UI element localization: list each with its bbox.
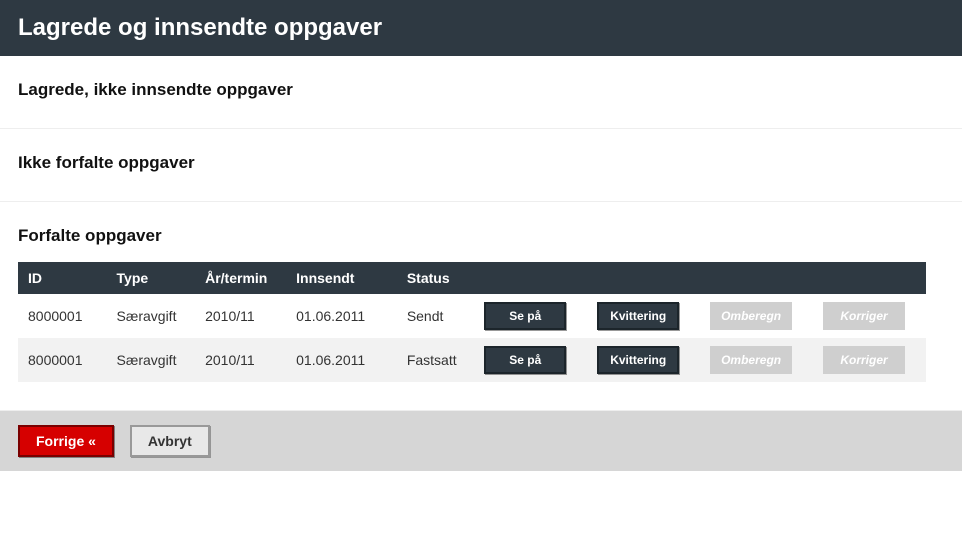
recalc-button: Omberegn <box>710 302 792 330</box>
section-saved: Lagrede, ikke innsendte oppgaver <box>0 56 962 129</box>
due-tasks-table: ID Type År/termin Innsendt Status 800000… <box>18 262 926 382</box>
table-row: 8000001 Særavgift 2010/11 01.06.2011 Fas… <box>18 338 926 382</box>
cell-status: Sendt <box>397 294 474 338</box>
section-saved-title: Lagrede, ikke innsendte oppgaver <box>18 80 944 100</box>
cell-term: 2010/11 <box>195 294 286 338</box>
cell-submitted: 01.06.2011 <box>286 294 397 338</box>
section-notdue-title: Ikke forfalte oppgaver <box>18 153 944 173</box>
view-button[interactable]: Se på <box>484 302 566 330</box>
th-submitted: Innsendt <box>286 262 397 294</box>
cell-term: 2010/11 <box>195 338 286 382</box>
correct-button: Korriger <box>823 346 905 374</box>
prev-button[interactable]: Forrige « <box>18 425 114 457</box>
cell-type: Særavgift <box>107 338 196 382</box>
footer-bar: Forrige « Avbryt <box>0 411 962 471</box>
section-notdue: Ikke forfalte oppgaver <box>0 129 962 202</box>
correct-button: Korriger <box>823 302 905 330</box>
cell-id: 8000001 <box>18 338 107 382</box>
th-term: År/termin <box>195 262 286 294</box>
view-button[interactable]: Se på <box>484 346 566 374</box>
cell-submitted: 01.06.2011 <box>286 338 397 382</box>
recalc-button: Omberegn <box>710 346 792 374</box>
th-type: Type <box>107 262 196 294</box>
cell-id: 8000001 <box>18 294 107 338</box>
th-status: Status <box>397 262 474 294</box>
section-due-title: Forfalte oppgaver <box>18 226 944 246</box>
th-id: ID <box>18 262 107 294</box>
table-row: 8000001 Særavgift 2010/11 01.06.2011 Sen… <box>18 294 926 338</box>
cell-status: Fastsatt <box>397 338 474 382</box>
section-due: Forfalte oppgaver ID Type År/termin Inns… <box>0 202 962 411</box>
receipt-button[interactable]: Kvittering <box>597 302 679 330</box>
cancel-button[interactable]: Avbryt <box>130 425 210 457</box>
receipt-button[interactable]: Kvittering <box>597 346 679 374</box>
page-title: Lagrede og innsendte oppgaver <box>0 0 962 56</box>
cell-type: Særavgift <box>107 294 196 338</box>
